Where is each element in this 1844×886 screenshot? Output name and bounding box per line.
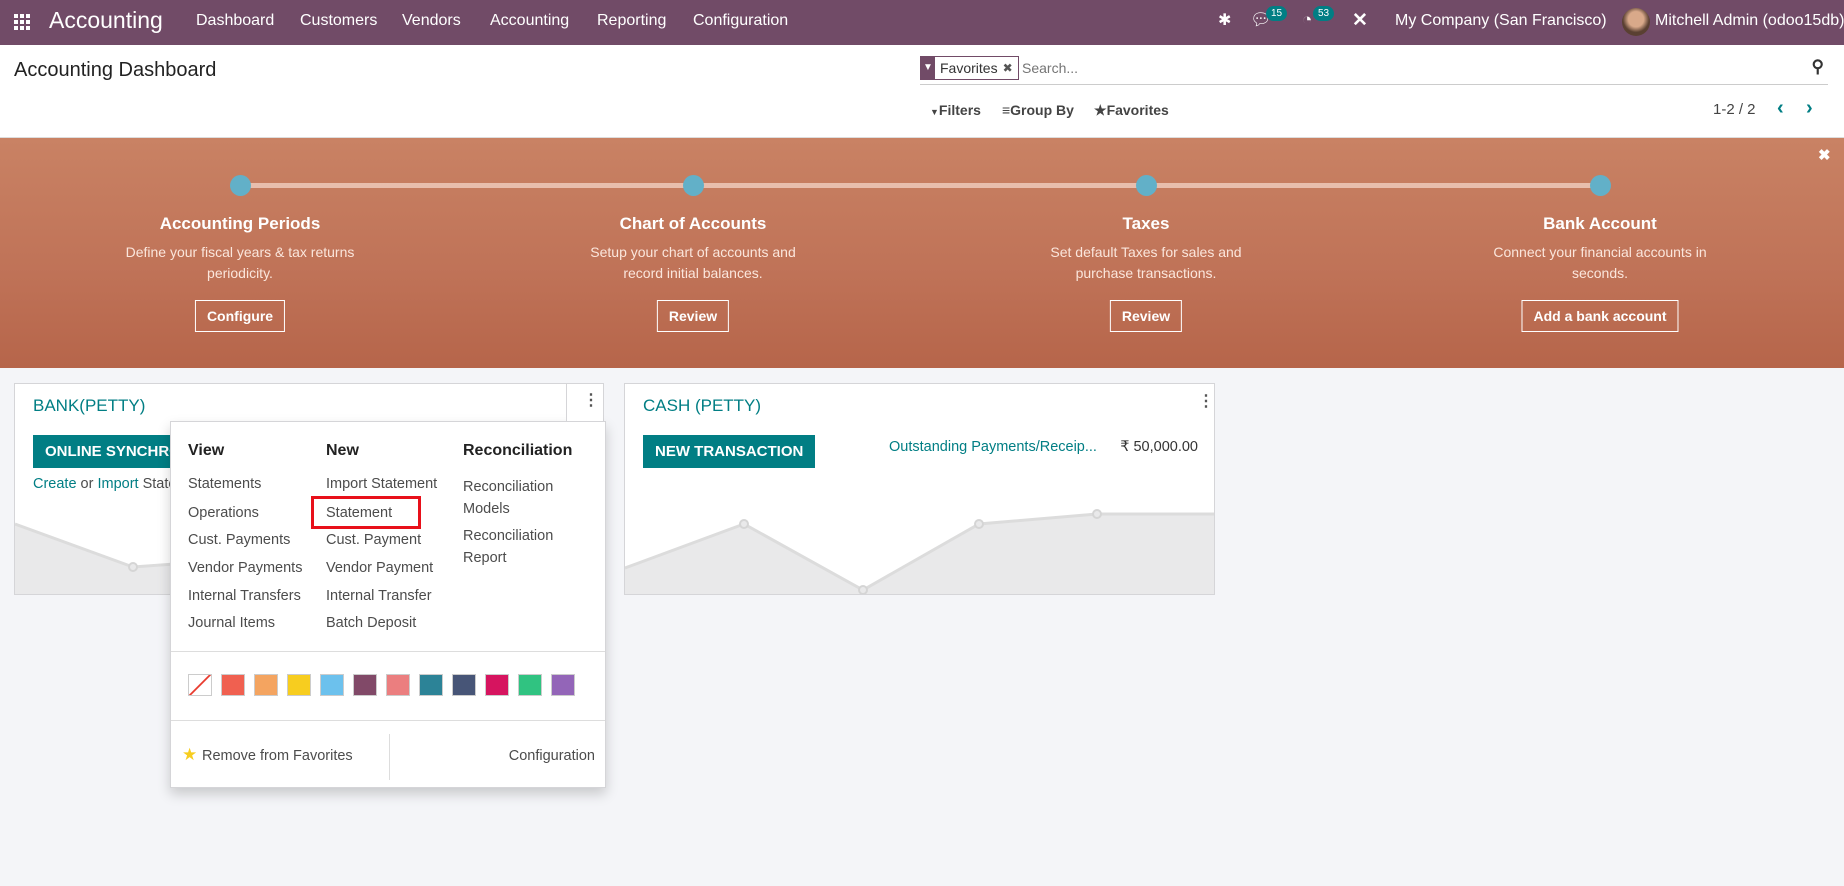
menu-accounting[interactable]: Accounting <box>490 12 569 30</box>
step-title: Taxes <box>1122 214 1170 233</box>
menu-configuration[interactable]: Configuration <box>693 12 788 30</box>
review-taxes-button[interactable]: Review <box>1109 300 1183 332</box>
step-description: Define your fiscal years & tax returns pe… <box>125 244 355 281</box>
view-operations[interactable]: Operations <box>188 505 259 521</box>
search-facet: ▼ Favorites ✖ <box>920 56 1019 80</box>
onboarding-banner: ✖ Accounting Periods Define your fiscal … <box>0 138 1844 368</box>
kebab-icon: ⋮ <box>583 392 599 409</box>
new-import-statement[interactable]: Import Statement <box>326 476 437 492</box>
divider <box>389 734 390 780</box>
avatar[interactable] <box>1622 8 1650 36</box>
tools-icon[interactable]: ✕ <box>1352 9 1368 32</box>
color-swatch[interactable] <box>485 674 509 696</box>
remove-from-favorites[interactable]: Remove from Favorites <box>202 748 353 764</box>
menu-customers[interactable]: Customers <box>300 12 377 30</box>
review-chart-button[interactable]: Review <box>656 300 730 332</box>
color-swatch[interactable] <box>452 674 476 696</box>
apps-grid-icon[interactable] <box>14 14 31 31</box>
step-description: Set default Taxes for sales and purchase … <box>1050 244 1242 281</box>
app-name[interactable]: Accounting <box>49 7 163 34</box>
user-menu[interactable]: Mitchell Admin (odoo15db) <box>1655 12 1844 30</box>
group-by-button[interactable]: ≡Group By <box>1002 102 1074 118</box>
divider <box>171 720 605 721</box>
view-header: View <box>188 442 225 459</box>
activities-badge: 53 <box>1313 6 1335 21</box>
step-dot <box>1136 175 1157 196</box>
filter-icon: ▼ <box>921 56 935 80</box>
journal-card-cash: CASH (PETTY) ⋮ NEW TRANSACTION Outstandi… <box>624 383 1215 595</box>
facet-remove-icon[interactable]: ✖ <box>1003 61 1018 75</box>
filter-icon: ▼ <box>930 107 939 117</box>
color-swatch[interactable] <box>551 674 575 696</box>
view-vendor-payments[interactable]: Vendor Payments <box>188 560 302 576</box>
divider <box>171 651 605 652</box>
add-bank-account-button[interactable]: Add a bank account <box>1521 300 1679 332</box>
color-swatch[interactable] <box>419 674 443 696</box>
new-cust-payment[interactable]: Cust. Payment <box>326 532 421 548</box>
step-description: Connect your financial accounts in second… <box>1493 244 1707 281</box>
close-banner-icon[interactable]: ✖ <box>1818 146 1831 164</box>
color-swatch[interactable] <box>254 674 278 696</box>
favorites-button[interactable]: ★Favorites <box>1094 102 1169 119</box>
new-batch-deposit[interactable]: Batch Deposit <box>326 615 416 631</box>
view-journal-items[interactable]: Journal Items <box>188 615 275 631</box>
reconciliation-report[interactable]: Reconciliation Report <box>463 525 553 569</box>
step-title: Accounting Periods <box>159 214 321 233</box>
kebab-toggle[interactable]: ⋮ <box>566 384 603 421</box>
menu-dashboard[interactable]: Dashboard <box>196 12 274 30</box>
color-swatch[interactable] <box>518 674 542 696</box>
color-none[interactable] <box>188 674 212 696</box>
search-input[interactable] <box>1022 56 1782 80</box>
view-cust-payments[interactable]: Cust. Payments <box>188 532 290 548</box>
color-swatch[interactable] <box>287 674 311 696</box>
new-header: New <box>326 442 359 459</box>
favorites-label: Favorites <box>1106 102 1169 118</box>
step-title: Bank Account <box>1543 214 1657 233</box>
step-description: Setup your chart of accounts and record i… <box>590 244 796 281</box>
page-title: Accounting Dashboard <box>14 59 217 81</box>
top-navbar: Accounting Dashboard Customers Vendors A… <box>0 0 1844 45</box>
filters-button[interactable]: ▼Filters <box>930 102 981 118</box>
messages-badge: 15 <box>1266 6 1288 21</box>
control-panel: Accounting Dashboard ▼ Favorites ✖ ⚲ ▼Fi… <box>0 45 1844 138</box>
menu-reporting[interactable]: Reporting <box>597 12 666 30</box>
star-icon: ★ <box>1094 102 1107 118</box>
view-internal-transfers[interactable]: Internal Transfers <box>188 588 301 604</box>
step-dot <box>230 175 251 196</box>
highlight-box <box>311 496 421 529</box>
pager-prev-icon[interactable]: ‹ <box>1777 97 1784 120</box>
view-statements[interactable]: Statements <box>188 476 261 492</box>
activities-clock-icon[interactable]: ◔ <box>1302 10 1312 30</box>
pager-value[interactable]: 1-2 / 2 <box>1713 101 1756 118</box>
new-vendor-payment[interactable]: Vendor Payment <box>326 560 433 576</box>
color-swatch[interactable] <box>221 674 245 696</box>
configure-button[interactable]: Configure <box>194 300 286 332</box>
list-icon: ≡ <box>1002 102 1011 118</box>
color-swatch[interactable] <box>386 674 410 696</box>
new-internal-transfer[interactable]: Internal Transfer <box>326 588 432 604</box>
filters-label: Filters <box>938 102 981 118</box>
debug-bug-icon[interactable]: ✱ <box>1218 10 1231 30</box>
configuration-link[interactable]: Configuration <box>509 748 595 764</box>
step-dot <box>683 175 704 196</box>
reconciliation-header: Reconciliation <box>463 442 573 459</box>
facet-label: Favorites <box>940 60 998 76</box>
step-title: Chart of Accounts <box>619 214 767 233</box>
color-swatch[interactable] <box>353 674 377 696</box>
search-icon[interactable]: ⚲ <box>1812 57 1824 77</box>
search-bar: ▼ Favorites ✖ ⚲ <box>920 56 1828 85</box>
company-switcher[interactable]: My Company (San Francisco) <box>1395 12 1607 30</box>
pager-next-icon[interactable]: › <box>1806 97 1813 120</box>
step-dot <box>1590 175 1611 196</box>
progress-line <box>240 183 1600 188</box>
color-swatch[interactable] <box>320 674 344 696</box>
cash-graph <box>625 509 1214 594</box>
menu-vendors[interactable]: Vendors <box>402 12 461 30</box>
reconciliation-models[interactable]: Reconciliation Models <box>463 476 553 520</box>
group-by-label: Group By <box>1010 102 1074 118</box>
journal-dropdown-menu: View New Reconciliation Statements Opera… <box>170 421 606 788</box>
star-icon: ★ <box>182 745 198 764</box>
